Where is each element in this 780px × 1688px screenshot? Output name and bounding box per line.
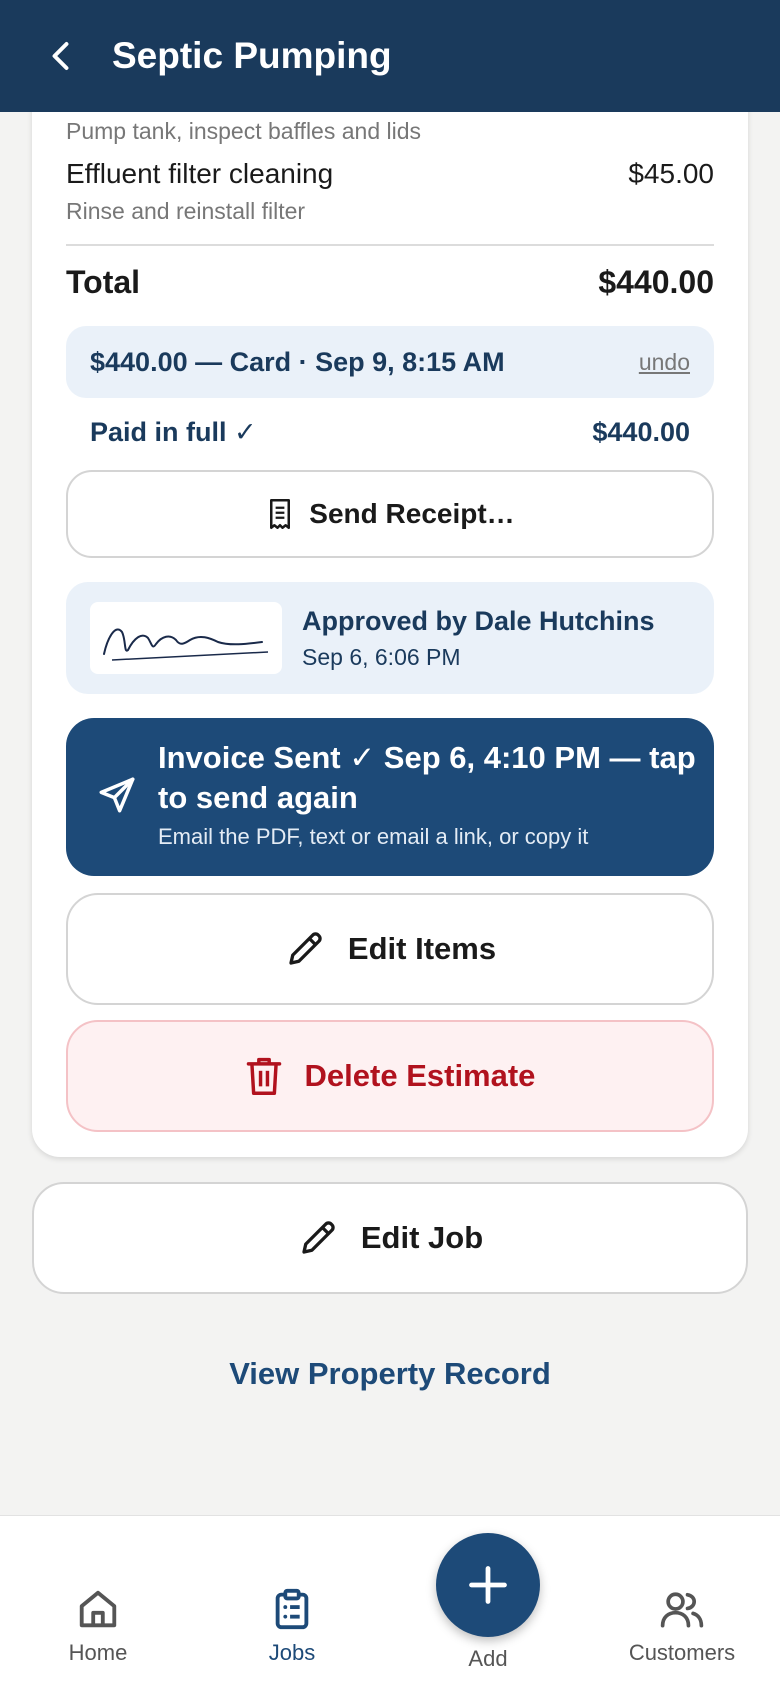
paid-status-label: Paid in full ✓: [90, 417, 257, 447]
total-label: Total: [66, 264, 141, 300]
approval-date: Sep 6, 6:06 PM: [302, 644, 461, 670]
signature-image: [90, 602, 282, 674]
nav-jobs-label: Jobs: [268, 1640, 316, 1665]
nav-add-label: Add: [468, 1646, 508, 1671]
edit-job-label: Edit Job: [360, 1220, 484, 1255]
nav-customers-label: Customers: [628, 1640, 736, 1665]
line-item-price: $45.00: [628, 158, 714, 189]
clipboard-list-icon: [275, 1588, 309, 1630]
total-value: $440.00: [598, 264, 714, 300]
view-property-record-link[interactable]: View Property Record: [0, 1356, 780, 1392]
undo-payment-link[interactable]: undo: [639, 349, 690, 376]
pencil-icon: [289, 932, 322, 965]
nav-home-label: Home: [68, 1640, 128, 1665]
invoice-status-subtitle: Email the PDF, text or email a link, or …: [158, 824, 589, 849]
approval-panel: Approved by Dale Hutchins Sep 6, 6:06 PM: [66, 582, 714, 694]
edit-items-label: Edit Items: [347, 931, 497, 966]
pencil-icon: [302, 1221, 335, 1254]
resend-invoice-button[interactable]: Invoice Sent ✓ Sep 6, 4:10 PM — tap to s…: [66, 718, 714, 876]
paid-amount: $440.00: [592, 417, 690, 447]
estimate-card: Pump tank, inspect baffles and lids Effl…: [32, 92, 748, 1157]
delete-estimate-button[interactable]: Delete Estimate: [66, 1020, 714, 1132]
top-app-bar: Septic Pumping: [0, 0, 780, 112]
nav-jobs[interactable]: Jobs: [212, 1586, 372, 1666]
add-button[interactable]: [436, 1533, 540, 1637]
back-button[interactable]: [32, 26, 92, 86]
bottom-navigation: Home Jobs Add Customers: [0, 1515, 780, 1688]
trash-icon: [246, 1057, 281, 1095]
payment-text: $440.00 — Card · Sep 9, 8:15 AM: [90, 346, 505, 377]
line-item-description: Rinse and reinstall filter: [66, 198, 306, 224]
send-icon: [99, 777, 135, 813]
receipt-icon: [270, 499, 291, 529]
page-title: Septic Pumping: [112, 35, 392, 76]
line-item-description: Pump tank, inspect baffles and lids: [66, 118, 422, 144]
send-receipt-button[interactable]: Send Receipt…: [66, 470, 714, 558]
home-icon: [79, 1590, 117, 1628]
delete-estimate-label: Delete Estimate: [304, 1058, 536, 1093]
payment-record: $440.00 — Card · Sep 9, 8:15 AM undo: [66, 326, 714, 398]
users-icon: [660, 1592, 704, 1628]
nav-home[interactable]: Home: [18, 1586, 178, 1666]
send-receipt-label: Send Receipt…: [309, 498, 515, 529]
line-item-name: Effluent filter cleaning: [66, 158, 334, 189]
invoice-status-title: Invoice Sent ✓ Sep 6, 4:10 PM — tap to s…: [158, 740, 696, 815]
divider: [66, 244, 714, 246]
plus-icon: [469, 1566, 507, 1604]
edit-items-button[interactable]: Edit Items: [66, 893, 714, 1005]
approval-title: Approved by Dale Hutchins: [302, 606, 655, 636]
nav-customers[interactable]: Customers: [602, 1586, 762, 1666]
edit-job-button[interactable]: Edit Job: [32, 1182, 748, 1294]
chevron-left-icon: [52, 42, 69, 70]
